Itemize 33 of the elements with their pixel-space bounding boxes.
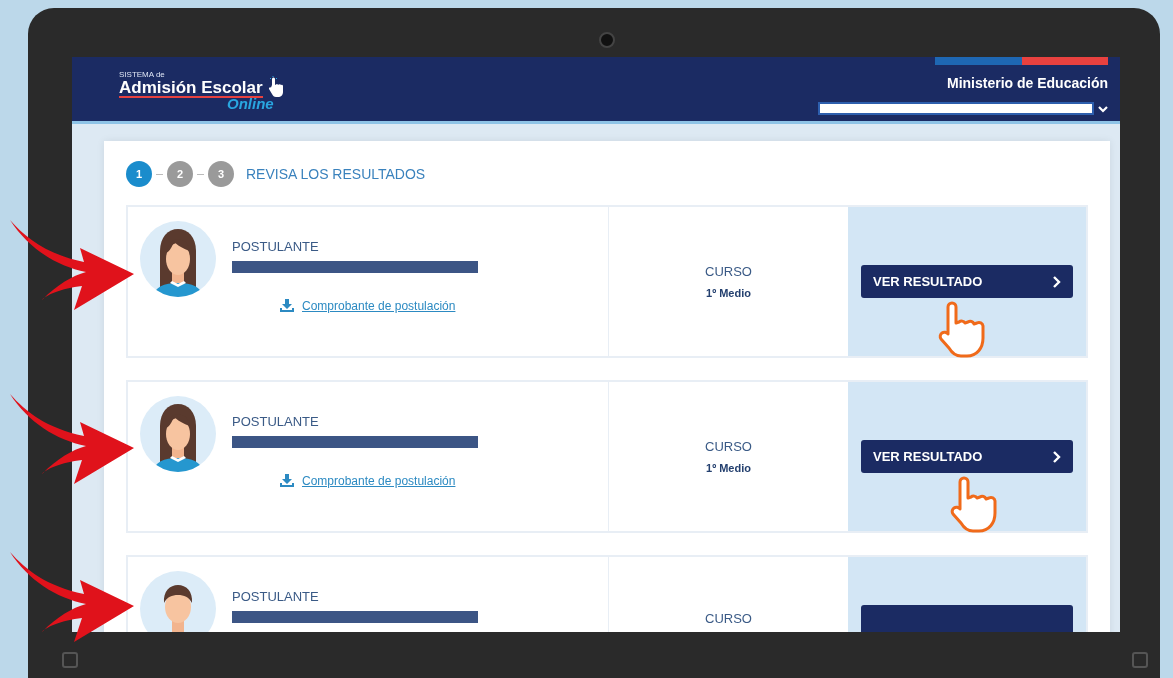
step-indicator: 1: [126, 161, 152, 187]
avatar-icon: [140, 396, 216, 472]
chevron-down-icon[interactable]: [1098, 104, 1108, 113]
receipt-link[interactable]: Comprobante de postulación: [280, 471, 478, 490]
avatar-icon: [140, 221, 216, 297]
hinge-icon: [62, 652, 78, 668]
receipt-link[interactable]: Comprobante de postulación: [280, 296, 478, 315]
user-select-field[interactable]: [818, 102, 1094, 115]
role-label: POSTULANTE: [232, 413, 320, 431]
logo-title: Admisión Escolar: [119, 78, 263, 99]
course-value: 1º Medio: [706, 286, 751, 301]
logo-script-text: Online: [227, 96, 275, 112]
chevron-right-icon: [1052, 450, 1061, 463]
step-title: REVISA LOS RESULTADOS: [246, 164, 426, 184]
hinge-icon: [1132, 652, 1148, 668]
step-indicator: 2: [167, 161, 193, 187]
download-icon: [280, 299, 294, 312]
ministry-name: Ministerio de Educación: [946, 74, 1108, 93]
chevron-right-icon: [1052, 275, 1061, 288]
download-icon: [280, 474, 294, 487]
view-result-button[interactable]: VER RESULTADO: [861, 440, 1073, 473]
role-label: POSTULANTE: [232, 238, 320, 256]
course-label: CURSO: [705, 437, 752, 456]
course-label: CURSO: [705, 262, 752, 281]
view-result-button[interactable]: VER RESULTADO: [861, 265, 1073, 298]
pointer-hand-icon: [266, 76, 285, 99]
step-indicator: 3: [208, 161, 234, 187]
logo-caption: SISTEMA de: [119, 70, 166, 79]
webcam-icon: [599, 32, 615, 48]
course-label: CURSO: [705, 610, 752, 628]
avatar-icon: [140, 571, 216, 632]
course-value: 1º Medio: [706, 461, 751, 476]
role-label: POSTULANTE: [232, 588, 320, 606]
